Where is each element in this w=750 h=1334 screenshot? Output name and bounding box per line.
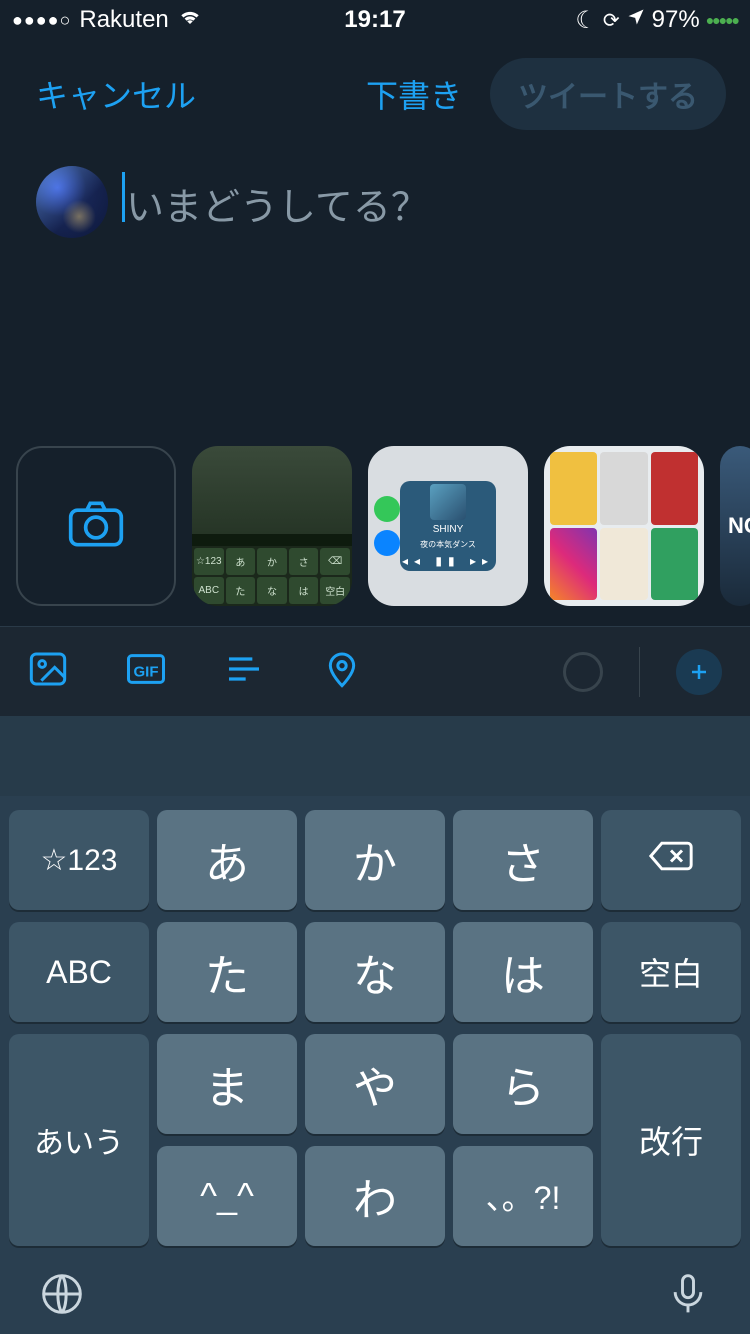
avatar[interactable] <box>36 166 108 238</box>
status-bar: ●●●●○ Rakuten 19:17 ☾ ⟳ 97% ●●●●● <box>0 0 750 40</box>
key-space[interactable]: 空白 <box>601 922 741 1022</box>
key-ma[interactable]: ま <box>157 1034 297 1134</box>
media-thumb-3[interactable] <box>544 446 704 606</box>
key-punct[interactable]: 、。?! <box>453 1146 593 1246</box>
key-kana-mode[interactable]: あいう <box>9 1034 149 1246</box>
key-sa[interactable]: さ <box>453 810 593 910</box>
keyboard: ☆123 あ か さ ABC た な は 空白 あいう ま や ら 改行 ^_^… <box>0 796 750 1334</box>
key-num-mode[interactable]: ☆123 <box>9 810 149 910</box>
toolbar-divider <box>639 647 640 697</box>
key-abc-mode[interactable]: ABC <box>9 922 149 1022</box>
key-ta[interactable]: た <box>157 922 297 1022</box>
delete-icon <box>649 839 693 881</box>
key-ra[interactable]: ら <box>453 1034 593 1134</box>
cc-toggles <box>374 496 400 556</box>
gif-icon[interactable]: GIF <box>126 649 166 694</box>
compose-placeholder: いまどうしてる？ <box>126 166 726 231</box>
key-ya[interactable]: や <box>305 1034 445 1134</box>
key-ka[interactable]: か <box>305 810 445 910</box>
poll-icon[interactable] <box>224 649 264 694</box>
moon-icon: ☾ <box>575 6 597 35</box>
key-ha[interactable]: は <box>453 922 593 1022</box>
cancel-button[interactable]: キャンセル <box>36 71 196 117</box>
media-thumb-4[interactable]: NC <box>720 446 750 606</box>
key-wa[interactable]: わ <box>305 1146 445 1246</box>
camera-icon <box>68 501 124 552</box>
key-na[interactable]: な <box>305 922 445 1022</box>
location-icon <box>626 6 646 34</box>
media-strip[interactable]: ☆123あかさ⌫ ABCたなは空白 SHINY 夜の本気ダンス ◂◂ ▮▮ ▸▸… <box>0 446 750 612</box>
song-title: SHINY <box>433 524 464 535</box>
key-emoticon[interactable]: ^_^ <box>157 1146 297 1246</box>
carrier-label: Rakuten <box>79 6 168 34</box>
music-widget: SHINY 夜の本気ダンス ◂◂ ▮▮ ▸▸ <box>400 481 496 571</box>
keyboard-bottom-bar <box>0 1258 750 1334</box>
header-right: 下書き ツイートする <box>366 58 726 130</box>
clock: 19:17 <box>344 6 405 34</box>
toolbar-right <box>563 647 722 697</box>
location-pin-icon[interactable] <box>322 649 362 694</box>
status-right: ☾ ⟳ 97% ●●●●● <box>575 6 738 35</box>
thumb4-text: NC <box>728 513 750 539</box>
toolbar-left: GIF <box>28 649 362 694</box>
battery-percent: 97% <box>652 6 700 34</box>
key-return[interactable]: 改行 <box>601 1034 741 1246</box>
mic-icon[interactable] <box>666 1272 710 1321</box>
play-controls: ◂◂ ▮▮ ▸▸ <box>402 554 494 568</box>
mini-keyboard-preview: ☆123あかさ⌫ ABCたなは空白 <box>192 546 352 606</box>
rotation-lock-icon: ⟳ <box>603 8 620 33</box>
draft-button[interactable]: 下書き <box>366 71 462 117</box>
char-count-ring <box>563 652 603 692</box>
media-thumb-2[interactable]: SHINY 夜の本気ダンス ◂◂ ▮▮ ▸▸ <box>368 446 528 606</box>
wifi-icon <box>177 4 203 37</box>
keyboard-suggestion-bar[interactable] <box>0 716 750 796</box>
song-artist: 夜の本気ダンス <box>420 539 476 550</box>
camera-button[interactable] <box>16 446 176 606</box>
globe-icon[interactable] <box>40 1272 84 1321</box>
compose-header: キャンセル 下書き ツイートする <box>0 40 750 148</box>
key-a[interactable]: あ <box>157 810 297 910</box>
photo-icon[interactable] <box>28 649 68 694</box>
album-art <box>430 484 466 520</box>
svg-text:GIF: GIF <box>134 664 159 681</box>
key-delete[interactable] <box>601 810 741 910</box>
app-switcher-preview <box>550 452 698 600</box>
cellular-icon <box>374 496 400 522</box>
battery-dots: ●●●●● <box>706 12 738 28</box>
add-thread-button[interactable] <box>676 649 722 695</box>
media-thumb-1[interactable]: ☆123あかさ⌫ ABCたなは空白 <box>192 446 352 606</box>
compose-body: いまどうしてる？ <box>0 148 750 238</box>
compose-toolbar: GIF <box>0 626 750 716</box>
compose-input[interactable]: いまどうしてる？ <box>126 166 726 238</box>
bluetooth-icon <box>374 530 400 556</box>
status-left: ●●●●○ Rakuten <box>12 4 203 37</box>
signal-strength: ●●●●○ <box>12 10 71 31</box>
text-cursor <box>122 172 125 222</box>
tweet-button[interactable]: ツイートする <box>490 58 726 130</box>
